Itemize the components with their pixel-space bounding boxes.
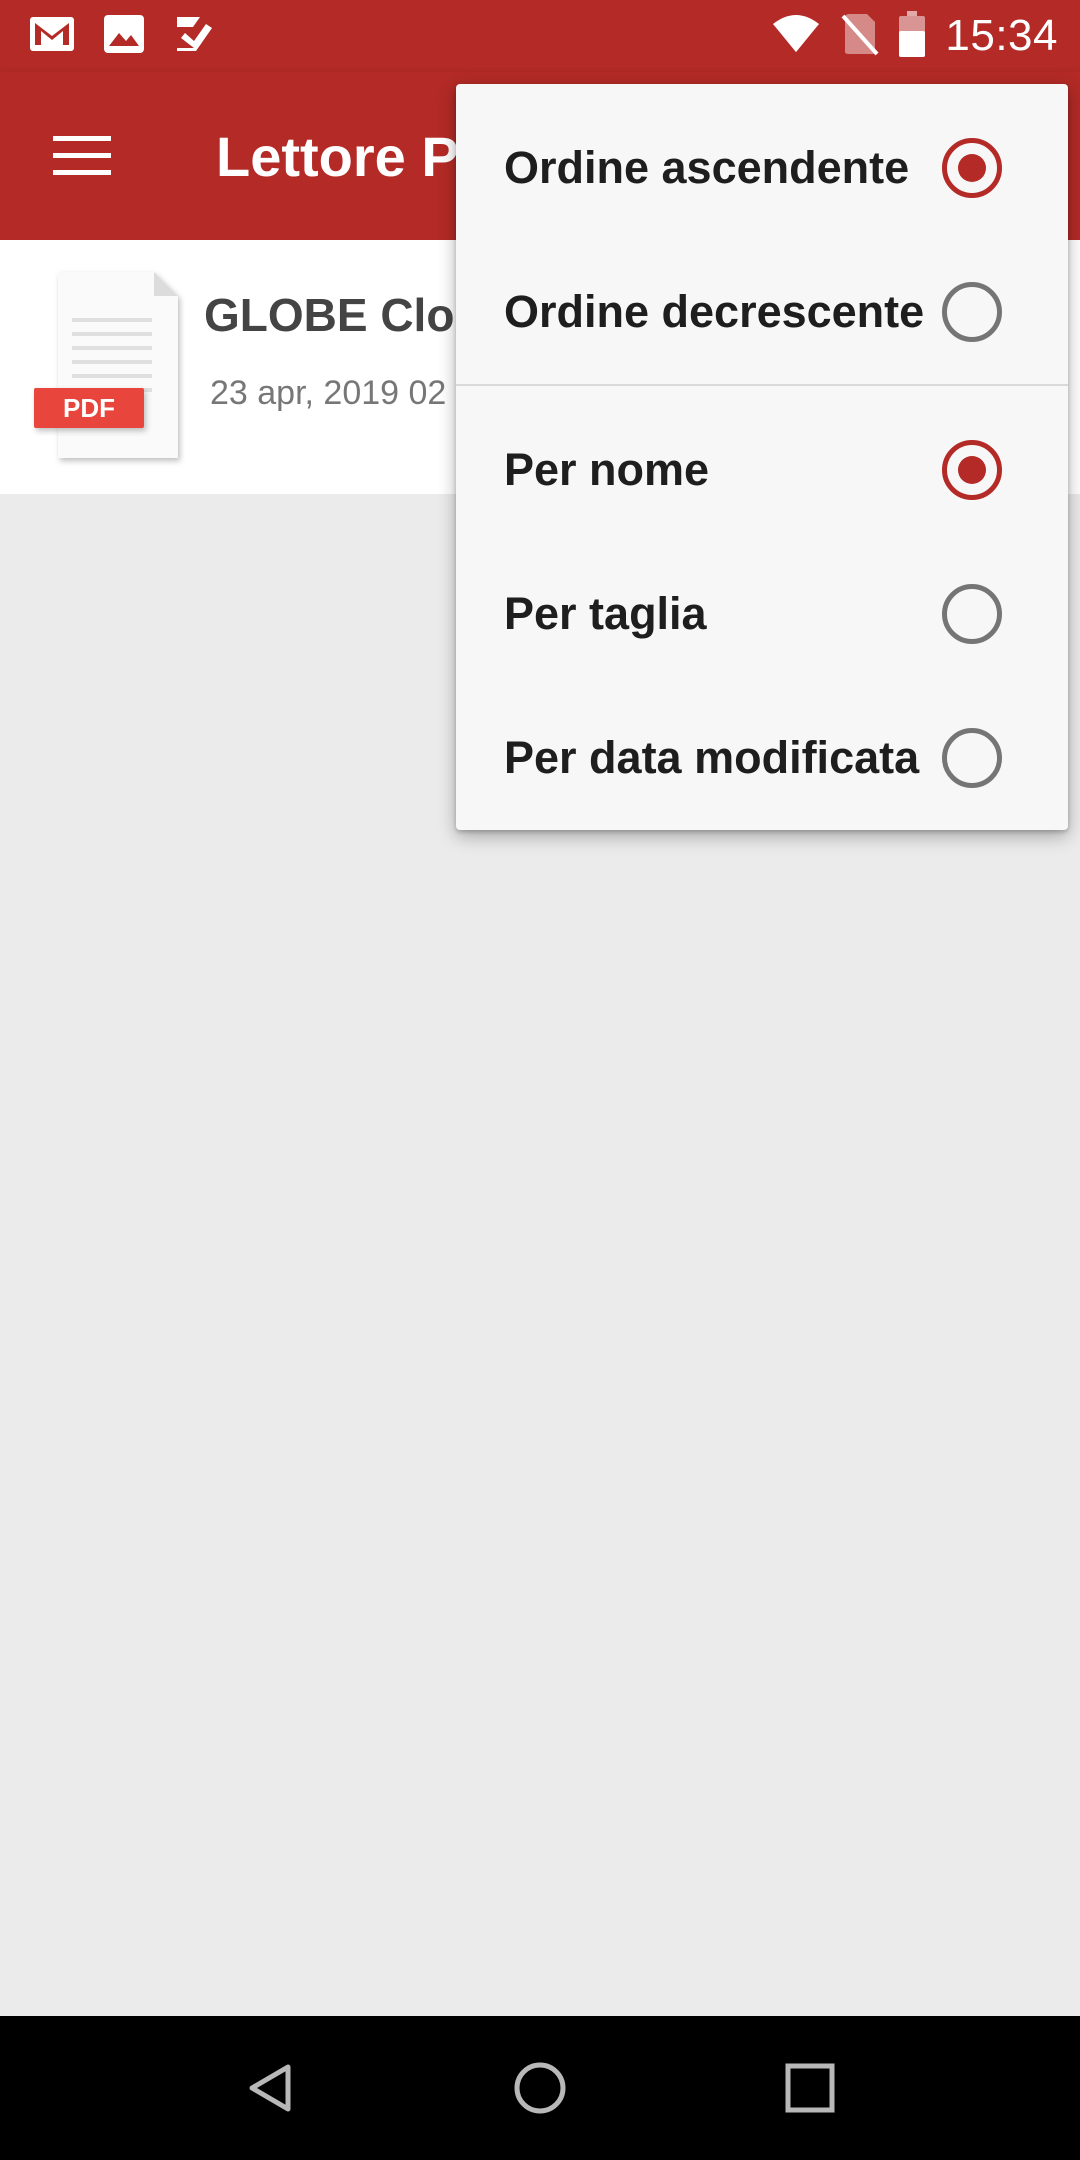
menu-item-ordine-ascendente[interactable]: Ordine ascendente: [456, 96, 1068, 240]
radio-unchecked-icon[interactable]: [942, 728, 1002, 788]
radio-unchecked-icon[interactable]: [942, 584, 1002, 644]
menu-item-per-taglia[interactable]: Per taglia: [456, 542, 1068, 686]
radio-unchecked-icon[interactable]: [942, 282, 1002, 342]
recents-icon: [785, 2063, 835, 2113]
menu-item-label: Per taglia: [504, 588, 707, 639]
menu-item-label: Ordine ascendente: [504, 142, 910, 193]
no-sim-icon: [841, 12, 879, 61]
menu-item-label: Ordine decrescente: [504, 286, 925, 337]
home-icon: [514, 2062, 566, 2114]
recents-button[interactable]: [770, 2048, 850, 2128]
file-date: 23 apr, 2019 02: [210, 374, 447, 412]
navigation-bar: [0, 2016, 1080, 2160]
pdf-badge-label: PDF: [63, 393, 115, 423]
back-button[interactable]: [230, 2048, 310, 2128]
hamburger-menu-button[interactable]: [36, 116, 128, 196]
hamburger-menu-icon: [53, 136, 111, 175]
status-bar: 15:34: [0, 0, 1080, 72]
home-button[interactable]: [500, 2048, 580, 2128]
menu-item-label: Per nome: [504, 444, 710, 495]
menu-item-per-nome[interactable]: Per nome: [456, 398, 1068, 542]
menu-divider: [456, 384, 1068, 386]
menu-item-ordine-decrescente[interactable]: Ordine decrescente: [456, 240, 1068, 384]
sort-menu: Ordine ascendente Ordine decrescente Per…: [456, 84, 1068, 830]
radio-checked-icon[interactable]: [942, 138, 1002, 198]
back-icon: [249, 2064, 291, 2112]
gmail-icon: [30, 17, 74, 56]
wifi-icon: [771, 14, 821, 59]
radio-checked-icon[interactable]: [942, 440, 1002, 500]
menu-item-per-data-modificata[interactable]: Per data modificata: [456, 686, 1068, 830]
clock-time: 15:34: [945, 11, 1058, 60]
pdf-file-icon: PDF: [30, 268, 186, 468]
menu-item-label: Per data modificata: [504, 732, 920, 783]
gallery-icon: [104, 15, 144, 58]
tasks-icon: [174, 14, 214, 59]
battery-icon: [899, 10, 926, 62]
